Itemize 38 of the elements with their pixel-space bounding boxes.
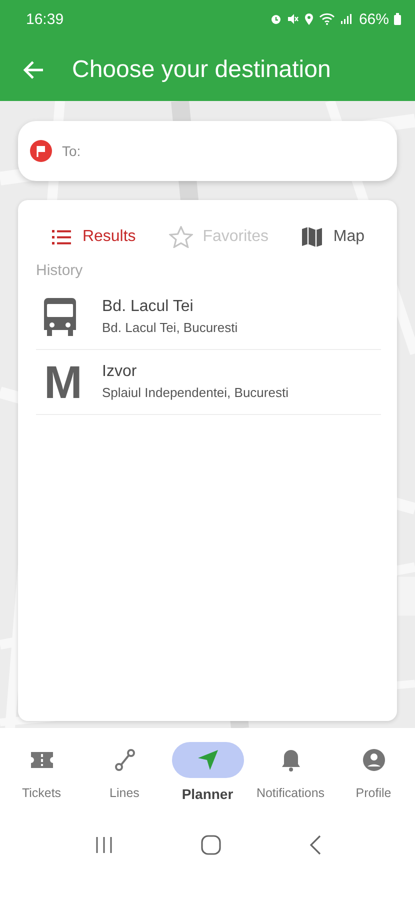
list-icon <box>52 228 72 245</box>
alarm-icon <box>270 13 282 26</box>
history-item[interactable]: Bd. Lacul Tei Bd. Lacul Tei, Bucuresti <box>36 284 381 350</box>
map-icon <box>301 226 324 248</box>
signal-icon <box>340 13 352 26</box>
status-time: 16:39 <box>26 10 64 28</box>
back-icon[interactable] <box>22 60 44 80</box>
star-icon <box>168 226 193 248</box>
tab[interactable]: Map <box>301 226 365 248</box>
nav-item[interactable]: Lines <box>84 742 164 800</box>
bus-icon <box>44 298 76 336</box>
battery-percent: 66% <box>358 10 389 28</box>
nav-item[interactable]: Tickets <box>2 742 82 800</box>
recents-icon[interactable] <box>94 836 114 854</box>
destination-field[interactable]: To: <box>60 142 385 160</box>
metro-icon: M <box>44 358 82 405</box>
mute-icon <box>286 13 299 26</box>
screen-title: Choose your destination <box>72 56 331 84</box>
history-item[interactable]: M Izvor Splaiul Independentei, Bucuresti <box>36 350 381 415</box>
flag-icon <box>30 140 52 162</box>
navigation-arrow-icon <box>196 748 220 772</box>
search-field[interactable]: To: <box>18 120 397 181</box>
place-name: Izvor <box>102 363 138 382</box>
section-title: History <box>36 262 84 279</box>
place-name: Bd. Lacul Tei <box>102 298 194 316</box>
battery-icon <box>394 13 401 26</box>
person-icon <box>362 748 386 772</box>
wifi-icon <box>318 13 335 26</box>
home-icon[interactable] <box>201 834 222 855</box>
bell-icon <box>280 748 302 772</box>
nav-item[interactable]: Notifications <box>250 742 330 800</box>
nav-item[interactable]: Profile <box>334 742 414 800</box>
location-icon <box>304 13 314 26</box>
tab[interactable]: Results <box>52 228 136 246</box>
place-address: Bd. Lacul Tei, Bucuresti <box>102 320 238 336</box>
back-nav-icon[interactable] <box>309 834 322 855</box>
place-address: Splaiul Independentei, Bucuresti <box>102 385 288 400</box>
route-icon <box>112 748 136 772</box>
